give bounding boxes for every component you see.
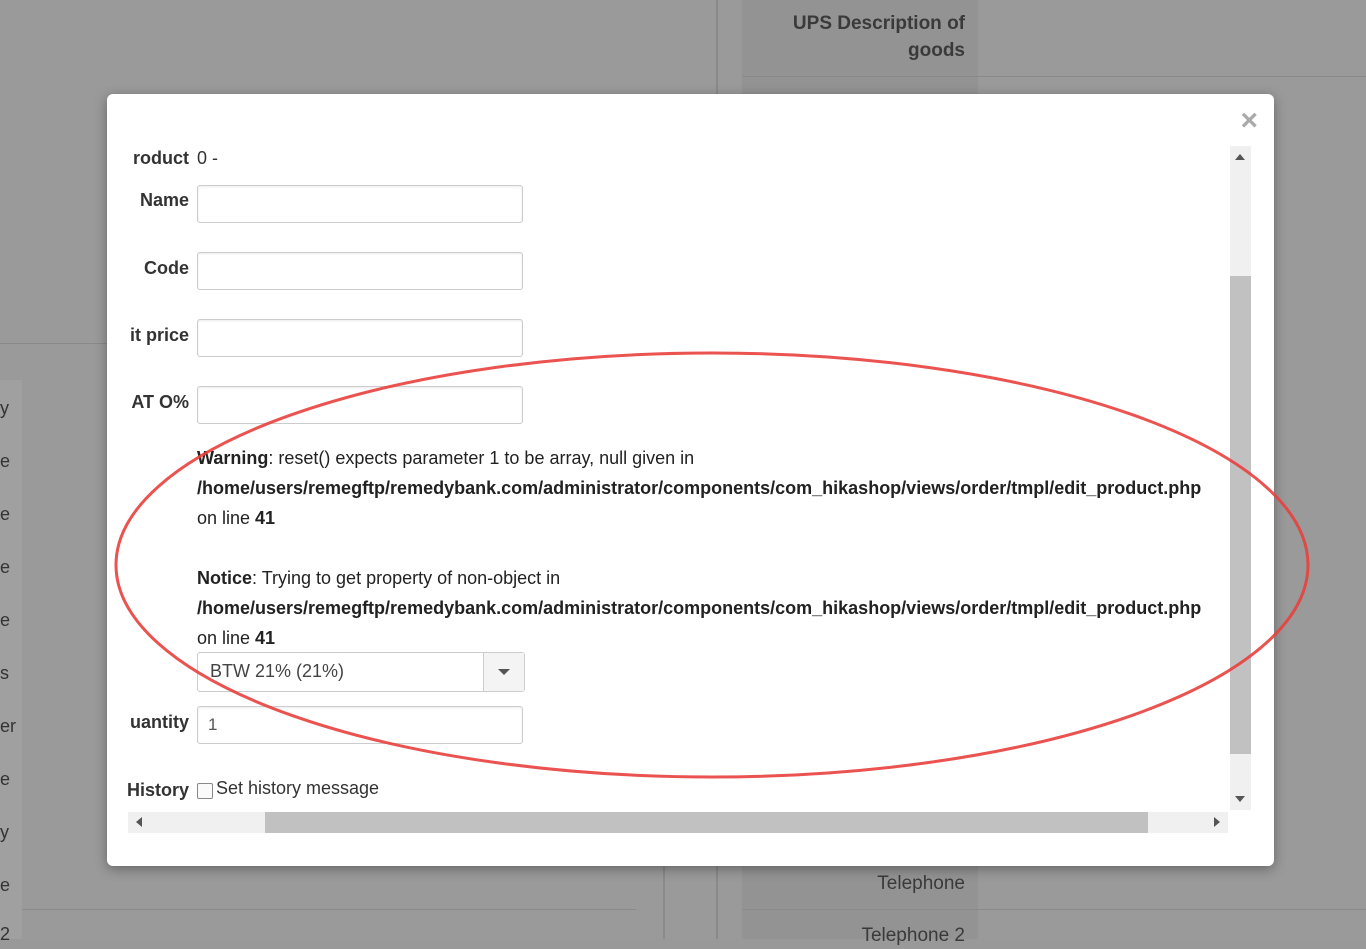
bg-divider — [663, 866, 665, 939]
tax-select-value: BTW 21% (21%) — [210, 661, 345, 681]
product-label: roduct — [133, 148, 189, 168]
notice-path: /home/users/remegftp/remedybank.com/admi… — [197, 598, 1202, 618]
scroll-up-arrow-icon[interactable] — [1235, 154, 1245, 160]
bg-left-fragment: s — [0, 663, 9, 683]
warning-line-info: on line 41 — [197, 503, 275, 533]
bg-left-fragment: e — [0, 769, 11, 789]
code-label: Code — [144, 258, 189, 278]
vat-label: AT O% — [131, 392, 189, 412]
bg-left-fragment: 2 — [0, 924, 11, 944]
product-value: 0 - — [197, 148, 219, 168]
warning-line-prefix: on line — [197, 508, 256, 528]
bg-label-goods: goods — [908, 40, 965, 61]
bg-row-line — [742, 76, 1366, 77]
vertical-scrollbar[interactable] — [1230, 146, 1251, 810]
bg-left-fragment: e — [0, 557, 11, 577]
bg-left-fragment: e — [0, 451, 11, 471]
bg-divider — [716, 0, 718, 95]
warning-text: : reset() expects parameter 1 to be arra… — [268, 448, 695, 468]
warning-path: /home/users/remegftp/remedybank.com/admi… — [197, 478, 1202, 498]
notice-kind: Notice — [197, 568, 253, 588]
tax-select[interactable]: BTW 21% (21%) — [197, 652, 525, 692]
php-warning-message: Warning: reset() expects parameter 1 to … — [197, 443, 694, 473]
bg-label-telephone: Telephone — [877, 873, 965, 894]
unit-price-label: it price — [129, 325, 189, 345]
bg-left-fragment: e — [0, 504, 11, 524]
notice-line-info: on line 41 — [197, 623, 275, 653]
unit-price-input[interactable] — [197, 319, 523, 357]
bg-left-fragment: e — [0, 610, 11, 630]
notice-line-number: 41 — [255, 628, 276, 648]
quantity-input[interactable] — [197, 706, 523, 744]
history-checkbox[interactable] — [197, 783, 213, 799]
php-notice-message: Notice: Trying to get property of non-ob… — [197, 563, 560, 593]
bg-row-line — [0, 909, 636, 910]
bg-row-line — [742, 909, 1366, 910]
warning-kind: Warning — [197, 448, 269, 468]
code-input[interactable] — [197, 252, 523, 290]
history-checkbox-label[interactable]: Set history message — [216, 778, 379, 799]
bg-label-telephone-2: Telephone 2 — [861, 925, 965, 946]
vat-input[interactable] — [197, 386, 523, 424]
bg-row-line — [0, 343, 107, 344]
scroll-right-arrow-icon[interactable] — [1214, 817, 1220, 827]
bg-left-fragment: e — [0, 875, 11, 895]
warning-line-number: 41 — [255, 508, 276, 528]
vertical-scrollbar-thumb[interactable] — [1230, 276, 1251, 754]
history-label: History — [128, 780, 189, 800]
edit-product-modal: × roduct 0 - Name Code it price AT O% Wa… — [107, 94, 1274, 866]
horizontal-scrollbar-thumb[interactable] — [265, 812, 1148, 833]
bg-left-fragment: y — [0, 822, 9, 842]
notice-line-prefix: on line — [197, 628, 256, 648]
close-icon[interactable]: × — [1240, 104, 1258, 138]
chevron-down-icon[interactable] — [483, 653, 524, 691]
notice-text: : Trying to get property of non-object i… — [252, 568, 561, 588]
quantity-label: uantity — [129, 712, 189, 732]
modal-content-viewport[interactable]: roduct 0 - Name Code it price AT O% Warn… — [128, 146, 1228, 810]
bg-left-fragment: y — [0, 398, 9, 418]
scroll-left-arrow-icon[interactable] — [136, 817, 142, 827]
scroll-down-arrow-icon[interactable] — [1235, 796, 1245, 802]
name-label: Name — [139, 190, 189, 210]
warning-path-line: /home/users/remegftp/remedybank.com/admi… — [197, 473, 1201, 503]
notice-path-line: /home/users/remegftp/remedybank.com/admi… — [197, 593, 1201, 623]
bg-divider — [716, 866, 718, 939]
bg-label-ups-description: UPS Description of — [792, 13, 965, 34]
name-input[interactable] — [197, 185, 523, 223]
horizontal-scrollbar[interactable] — [128, 812, 1228, 833]
bg-left-fragment: er — [0, 716, 17, 736]
